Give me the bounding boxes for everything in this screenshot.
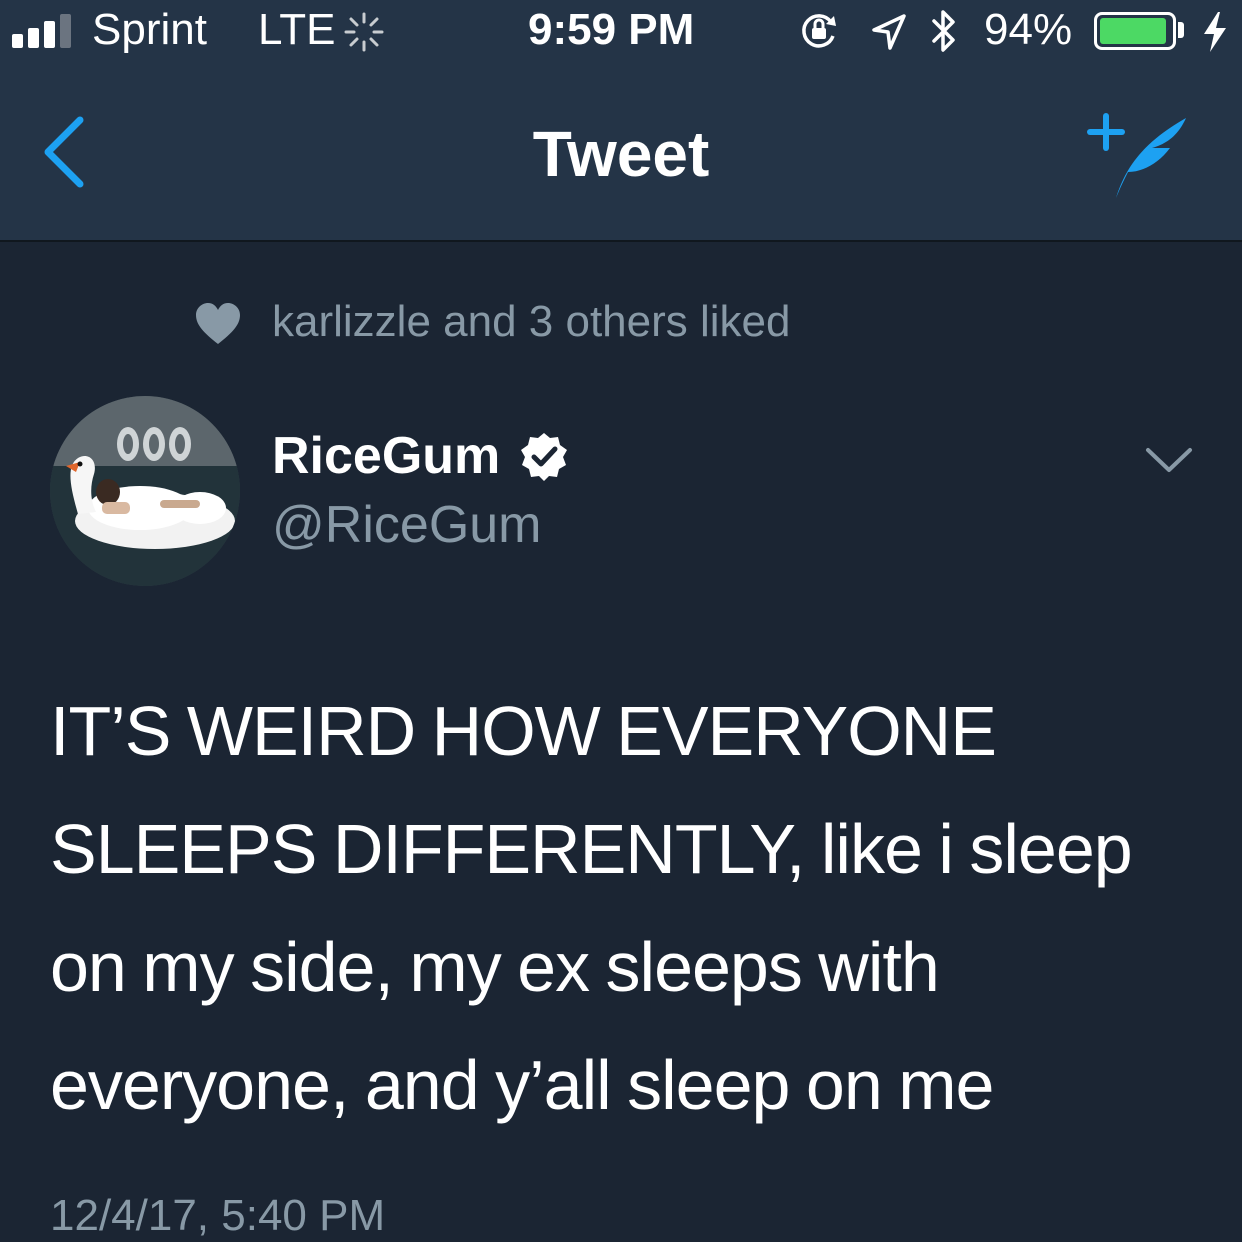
compose-tweet-button[interactable] xyxy=(1086,106,1196,206)
battery-percentage: 94% xyxy=(984,5,1073,54)
signal-icon xyxy=(12,14,82,48)
bluetooth-icon xyxy=(932,10,955,52)
battery-icon xyxy=(1094,12,1176,50)
tweet-text-line: IT’S WEIRD HOW EVERYONE xyxy=(50,692,997,770)
battery-nub xyxy=(1178,22,1184,38)
avatar-image xyxy=(50,396,240,586)
tweet-detail-screen: Sprint LTE 9:59 PM 94% Tweet karlizzle a… xyxy=(0,0,1242,1242)
status-bar: Sprint LTE 9:59 PM 94% xyxy=(0,0,1242,62)
carrier-name: Sprint xyxy=(92,5,207,54)
heart-icon xyxy=(196,303,240,344)
tweet-timestamp: 12/4/17, 5:40 PM xyxy=(50,1191,386,1240)
location-icon xyxy=(872,14,906,50)
avatar[interactable] xyxy=(50,396,240,586)
social-context-label: karlizzle and 3 others liked xyxy=(272,297,791,346)
author-name-row[interactable]: RiceGum xyxy=(272,424,569,488)
tweet-text: IT’S WEIRD HOW EVERYONE SLEEPS DIFFERENT… xyxy=(50,672,1210,1144)
orientation-lock-icon xyxy=(802,14,836,48)
navigation-bar: Tweet xyxy=(0,62,1242,242)
tweet-options-button[interactable] xyxy=(1142,440,1196,480)
page-title: Tweet xyxy=(532,118,710,190)
verified-badge-icon xyxy=(520,433,567,481)
compose-tweet-icon xyxy=(1087,113,1186,198)
activity-icon xyxy=(344,12,384,52)
tweet-text-line: SLEEPS DIFFERENTLY, like i sleep xyxy=(50,810,1133,888)
author-display-name: RiceGum xyxy=(272,427,501,485)
tweet-text-line: on my side, my ex sleeps with xyxy=(50,928,940,1006)
tweet-text-line: everyone, and y’all sleep on me xyxy=(50,1046,994,1124)
battery-level-fill xyxy=(1100,18,1166,44)
chevron-down-icon xyxy=(1146,448,1192,472)
charging-icon xyxy=(1204,12,1226,52)
author-handle[interactable]: @RiceGum xyxy=(272,494,542,556)
network-type: LTE xyxy=(258,5,336,54)
status-time: 9:59 PM xyxy=(528,5,695,54)
